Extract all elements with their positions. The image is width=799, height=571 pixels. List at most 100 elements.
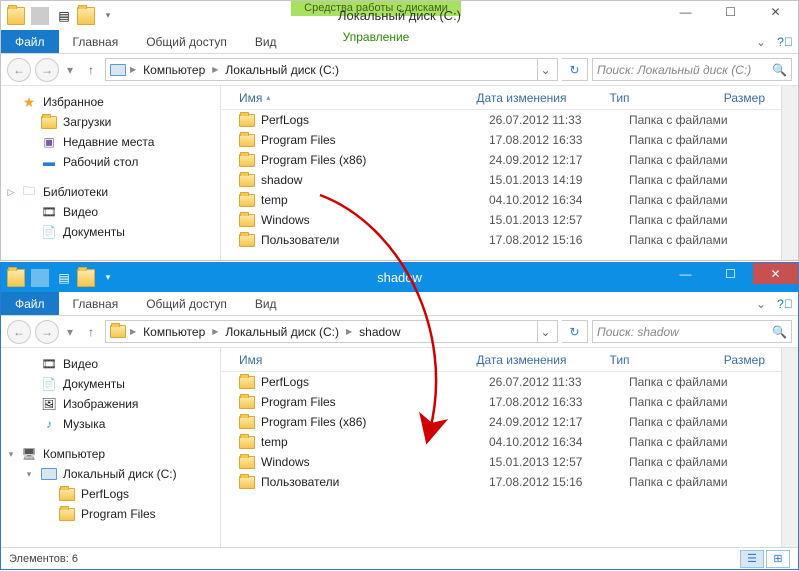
col-name[interactable]: Имя▴ [233, 91, 470, 105]
properties-icon[interactable]: ▤ [55, 269, 73, 287]
table-row[interactable]: temp04.10.2012 16:34Папка с файлами [221, 190, 781, 210]
table-row[interactable]: temp04.10.2012 16:34Папка с файлами [221, 432, 781, 452]
navigation-pane[interactable]: ★Избранное Загрузки ▣Недавние места ▬Раб… [1, 86, 221, 260]
sidebar-item-downloads[interactable]: Загрузки [1, 112, 220, 132]
sidebar-item-documents[interactable]: 📄Документы [1, 222, 220, 242]
col-name[interactable]: Имя [233, 353, 470, 367]
scrollbar-vertical[interactable] [781, 348, 798, 547]
back-button[interactable]: ← [7, 58, 31, 82]
tab-share[interactable]: Общий доступ [132, 30, 241, 53]
nav-history-dropdown[interactable]: ▾ [63, 325, 77, 339]
nav-history-dropdown[interactable]: ▾ [63, 63, 77, 77]
titlebar[interactable]: ▤ ▾ shadow — ☐ ✕ [1, 263, 798, 292]
refresh-button[interactable]: ↻ [562, 58, 588, 81]
tab-manage[interactable]: Управление [291, 30, 461, 44]
table-row[interactable]: shadow15.01.2013 14:19Папка с файлами [221, 170, 781, 190]
qat-dropdown-icon[interactable]: ▾ [99, 7, 117, 25]
tab-view[interactable]: Вид [241, 30, 291, 53]
sidebar-item-videos[interactable]: 🎞Видео [1, 202, 220, 222]
tab-home[interactable]: Главная [59, 292, 133, 315]
sidebar-computer-head[interactable]: ▾🖥Компьютер [1, 444, 220, 464]
crumb-drive-c[interactable]: Локальный диск (C:) [222, 63, 342, 77]
tab-view[interactable]: Вид [241, 292, 291, 315]
col-size[interactable]: Размер [718, 353, 781, 367]
table-row[interactable]: Program Files17.08.2012 16:33Папка с фай… [221, 130, 781, 150]
context-tab-disk-tools[interactable]: Средства работы с дисками [291, 1, 461, 16]
table-row[interactable]: Program Files (x86)24.09.2012 12:17Папка… [221, 150, 781, 170]
tab-share[interactable]: Общий доступ [132, 292, 241, 315]
sidebar-item-recent[interactable]: ▣Недавние места [1, 132, 220, 152]
sidebar-item-desktop[interactable]: ▬Рабочий стол [1, 152, 220, 172]
search-icon[interactable]: 🔍 [772, 63, 787, 77]
tab-file[interactable]: Файл [1, 292, 59, 315]
maximize-button[interactable]: ☐ [708, 263, 753, 284]
address-dropdown-icon[interactable]: ⌄ [537, 59, 553, 80]
close-button[interactable]: ✕ [753, 263, 798, 284]
col-size[interactable]: Размер [718, 91, 781, 105]
file-rows[interactable]: PerfLogs26.07.2012 11:33Папка с файламиP… [221, 110, 781, 260]
breadcrumb[interactable]: ▶ Компьютер ▶ Локальный диск (C:) ⌄ [105, 58, 558, 81]
crumb-computer[interactable]: Компьютер [140, 325, 208, 339]
back-button[interactable]: ← [7, 320, 31, 344]
maximize-button[interactable]: ☐ [708, 1, 753, 22]
table-row[interactable]: PerfLogs26.07.2012 11:33Папка с файлами [221, 372, 781, 392]
details-view-button[interactable]: ☰ [740, 550, 764, 568]
sidebar-item-music[interactable]: ♪Музыка [1, 414, 220, 434]
crumb-shadow[interactable]: shadow [356, 325, 403, 339]
col-date[interactable]: Дата изменения [470, 353, 603, 367]
sidebar-item-pictures[interactable]: 🖼Изображения [1, 394, 220, 414]
properties-icon[interactable]: ▤ [55, 7, 73, 25]
sidebar-libraries-head[interactable]: ▷🗀Библиотеки [1, 182, 220, 202]
col-type[interactable]: Тип [604, 353, 718, 367]
sidebar-item-videos[interactable]: 🎞Видео [1, 354, 220, 374]
titlebar[interactable]: ▤ ▾ Средства работы с дисками Локальный … [1, 1, 798, 30]
chevron-right-icon[interactable]: ▶ [210, 65, 220, 74]
col-date[interactable]: Дата изменения [470, 91, 603, 105]
sidebar-item-program-files[interactable]: Program Files [1, 504, 220, 524]
file-rows[interactable]: PerfLogs26.07.2012 11:33Папка с файламиP… [221, 372, 781, 547]
sidebar-item-documents[interactable]: 📄Документы [1, 374, 220, 394]
breadcrumb[interactable]: ▶ Компьютер ▶ Локальный диск (C:) ▶ shad… [105, 320, 558, 343]
col-type[interactable]: Тип [604, 91, 718, 105]
table-row[interactable]: Windows15.01.2013 12:57Папка с файлами [221, 210, 781, 230]
qat-folder-icon[interactable] [77, 269, 95, 287]
help-icon[interactable]: ?⃝ [772, 292, 798, 315]
minimize-button[interactable]: — [663, 1, 708, 22]
forward-button[interactable]: → [35, 58, 59, 82]
close-button[interactable]: ✕ [753, 1, 798, 22]
chevron-right-icon[interactable]: ▶ [128, 65, 138, 74]
crumb-computer[interactable]: Компьютер [140, 63, 208, 77]
table-row[interactable]: PerfLogs26.07.2012 11:33Папка с файлами [221, 110, 781, 130]
tab-file[interactable]: Файл [1, 30, 59, 53]
chevron-right-icon[interactable]: ▶ [128, 327, 138, 336]
table-row[interactable]: Program Files (x86)24.09.2012 12:17Папка… [221, 412, 781, 432]
table-row[interactable]: Пользователи17.08.2012 15:16Папка с файл… [221, 472, 781, 492]
up-button[interactable]: ↑ [81, 325, 101, 339]
table-row[interactable]: Program Files17.08.2012 16:33Папка с фай… [221, 392, 781, 412]
chevron-right-icon[interactable]: ▶ [210, 327, 220, 336]
forward-button[interactable]: → [35, 320, 59, 344]
expand-icon[interactable]: ▾ [23, 468, 35, 480]
collapse-icon[interactable]: ▷ [5, 186, 17, 198]
search-icon[interactable]: 🔍 [772, 325, 787, 339]
table-row[interactable]: Windows15.01.2013 12:57Папка с файлами [221, 452, 781, 472]
sidebar-item-drive-c[interactable]: ▾Локальный диск (C:) [1, 464, 220, 484]
icons-view-button[interactable]: ⊞ [766, 550, 790, 568]
ribbon-expand-icon[interactable]: ⌄ [750, 30, 772, 53]
address-dropdown-icon[interactable]: ⌄ [537, 321, 553, 342]
refresh-button[interactable]: ↻ [562, 320, 588, 343]
ribbon-expand-icon[interactable]: ⌄ [750, 292, 772, 315]
minimize-button[interactable]: — [663, 263, 708, 284]
crumb-drive-c[interactable]: Локальный диск (C:) [222, 325, 342, 339]
expand-icon[interactable]: ▾ [5, 448, 17, 460]
tab-home[interactable]: Главная [59, 30, 133, 53]
help-icon[interactable]: ?⃝ [772, 30, 798, 53]
search-input[interactable]: Поиск: shadow 🔍 [592, 320, 792, 343]
sidebar-favorites-head[interactable]: ★Избранное [1, 92, 220, 112]
search-input[interactable]: Поиск: Локальный диск (C:) 🔍 [592, 58, 792, 81]
qat-dropdown-icon[interactable]: ▾ [99, 269, 117, 287]
qat-folder-icon[interactable] [77, 7, 95, 25]
table-row[interactable]: Пользователи17.08.2012 15:16Папка с файл… [221, 230, 781, 250]
sidebar-item-perflogs[interactable]: PerfLogs [1, 484, 220, 504]
navigation-pane[interactable]: 🎞Видео 📄Документы 🖼Изображения ♪Музыка ▾… [1, 348, 221, 547]
